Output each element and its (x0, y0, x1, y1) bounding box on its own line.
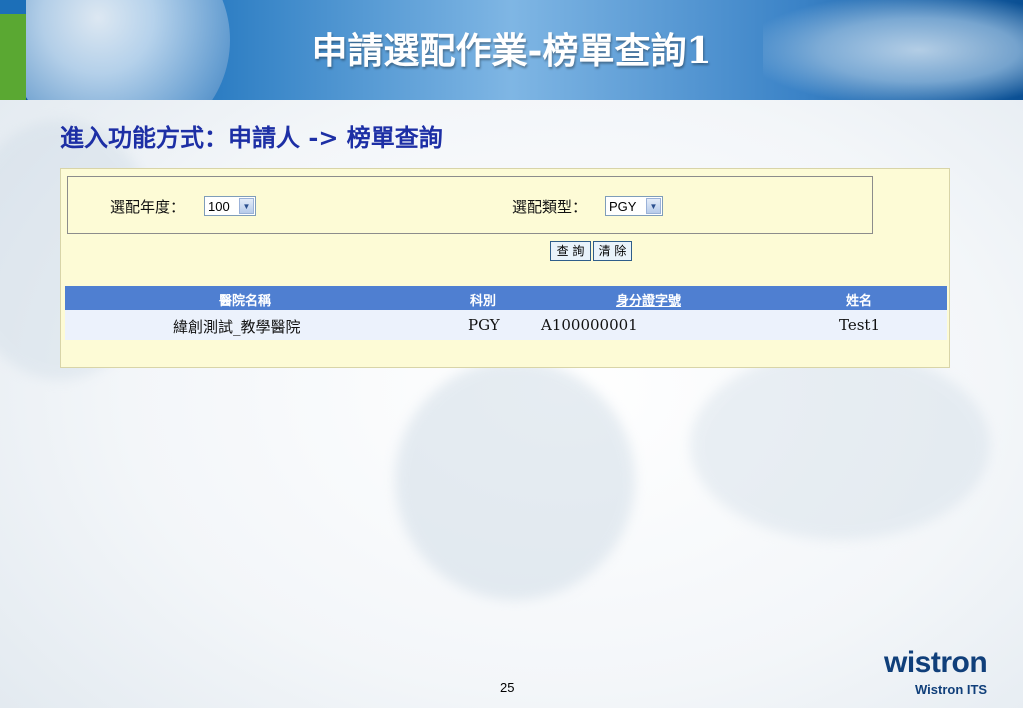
logo-subtitle: Wistron ITS (915, 682, 988, 697)
query-button[interactable]: 查 詢 (550, 241, 591, 261)
filter-box: 選配年度： 100 ▼ 選配類型： PGY ▼ (67, 176, 873, 234)
year-select[interactable]: 100 ▼ (204, 196, 256, 216)
navigation-path: 進入功能方式：申請人 -> 榜單查詢 (60, 123, 443, 152)
slide-title: 申請選配作業-榜單查詢1 (311, 30, 712, 72)
table-row[interactable]: 緯創測試_教學醫院 PGY A100000001 Test1 (65, 310, 947, 340)
year-label: 選配年度： (110, 198, 186, 216)
year-select-value: 100 (208, 199, 230, 214)
type-select[interactable]: PGY ▼ (605, 196, 663, 216)
column-header-id-number[interactable]: 身分證字號 (616, 290, 681, 309)
page-number: 25 (500, 680, 515, 695)
title-banner: 申請選配作業-榜單查詢1 (0, 0, 1023, 100)
column-header-name[interactable]: 姓名 (846, 290, 872, 309)
chevron-down-icon: ▼ (646, 198, 661, 214)
background-map-shape (690, 350, 990, 540)
type-label: 選配類型： (512, 198, 588, 216)
type-select-value: PGY (609, 199, 637, 214)
accent-strip-top (0, 0, 26, 14)
cell-id-number: A100000001 (541, 316, 638, 334)
cell-hospital: 緯創測試_教學醫院 (173, 318, 301, 336)
wistron-logo: wistron (884, 646, 988, 679)
cell-department: PGY (468, 316, 500, 334)
cell-name: Test1 (839, 316, 880, 334)
chevron-down-icon: ▼ (239, 198, 254, 214)
results-table-header: 醫院名稱 科別 身分證字號 姓名 (65, 286, 947, 310)
clear-button[interactable]: 清 除 (593, 241, 632, 261)
column-header-department[interactable]: 科別 (470, 290, 496, 309)
background-map-shape (395, 360, 635, 600)
query-panel: 選配年度： 100 ▼ 選配類型： PGY ▼ 查 詢 清 除 醫院名稱 科別 … (60, 168, 950, 368)
column-header-hospital[interactable]: 醫院名稱 (219, 290, 271, 309)
